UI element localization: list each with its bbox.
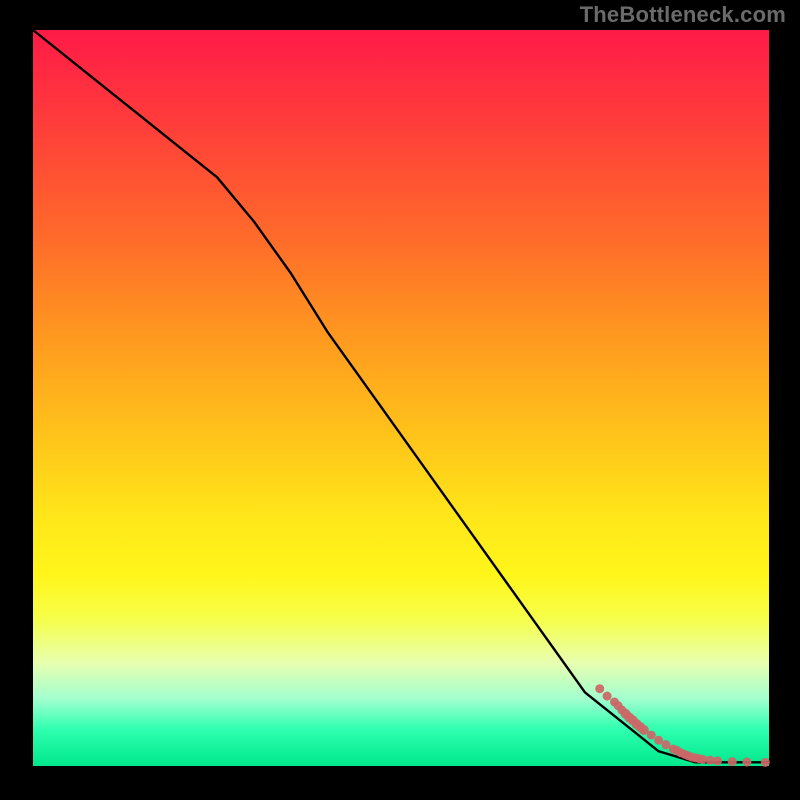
bottleneck-curve-path: [33, 30, 769, 762]
scatter-point: [761, 758, 770, 767]
scatter-point: [647, 731, 656, 740]
scatter-point: [742, 757, 751, 766]
chart-frame: [33, 30, 769, 766]
scatter-points: [595, 684, 770, 767]
bottleneck-curve: [33, 30, 769, 762]
chart-svg-overlay: [33, 30, 769, 766]
scatter-point: [595, 684, 604, 693]
scatter-point: [713, 756, 722, 765]
scatter-point: [603, 692, 612, 701]
chart-plot-area: [33, 30, 769, 766]
attribution-text: TheBottleneck.com: [580, 2, 786, 28]
scatter-point: [728, 757, 737, 766]
